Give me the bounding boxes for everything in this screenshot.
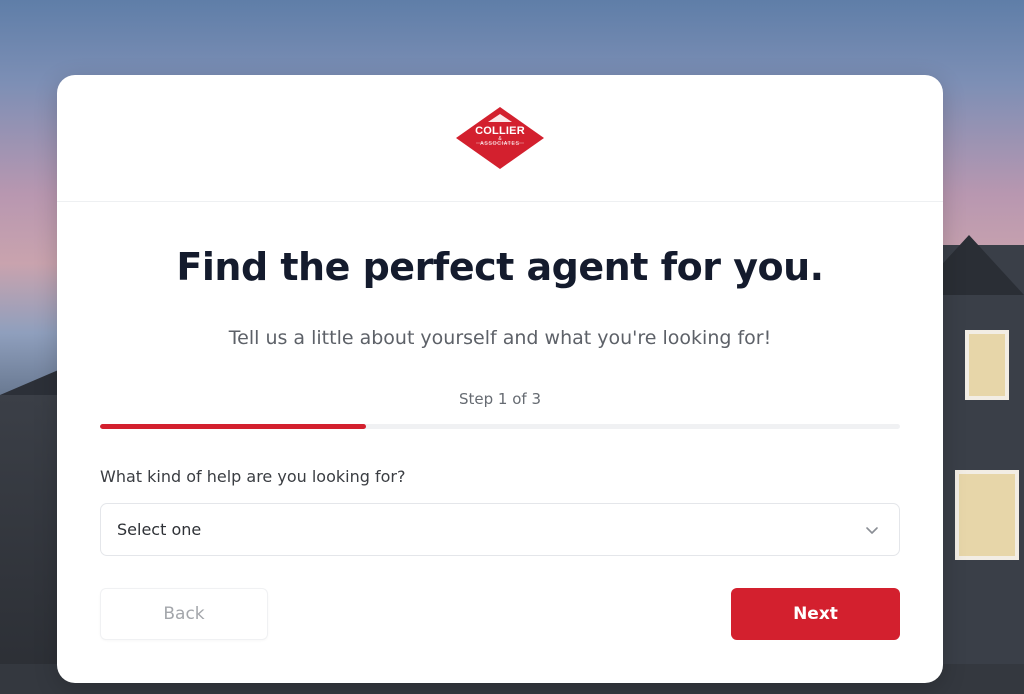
house-window bbox=[965, 330, 1009, 400]
next-button[interactable]: Next bbox=[731, 588, 900, 640]
house-window bbox=[955, 470, 1019, 560]
question-label: What kind of help are you looking for? bbox=[100, 467, 406, 486]
progress-bar bbox=[100, 424, 900, 429]
page-subtitle: Tell us a little about yourself and what… bbox=[228, 327, 772, 349]
select-value: Select one bbox=[117, 520, 202, 539]
card-header: COLLIER & ASSOCIATES bbox=[57, 75, 943, 202]
step-indicator: Step 1 of 3 bbox=[458, 390, 541, 408]
back-button[interactable]: Back bbox=[100, 588, 268, 640]
help-type-select[interactable]: Select one bbox=[100, 503, 900, 556]
chevron-down-icon bbox=[866, 527, 878, 534]
progress-fill bbox=[100, 424, 367, 429]
page-title: Find the perfect agent for you. bbox=[176, 245, 824, 289]
brand-logo[interactable]: COLLIER & ASSOCIATES bbox=[454, 105, 546, 171]
agent-finder-card: COLLIER & ASSOCIATES Find the perfect ag… bbox=[57, 75, 943, 683]
logo-subtitle: ASSOCIATES bbox=[480, 141, 520, 147]
